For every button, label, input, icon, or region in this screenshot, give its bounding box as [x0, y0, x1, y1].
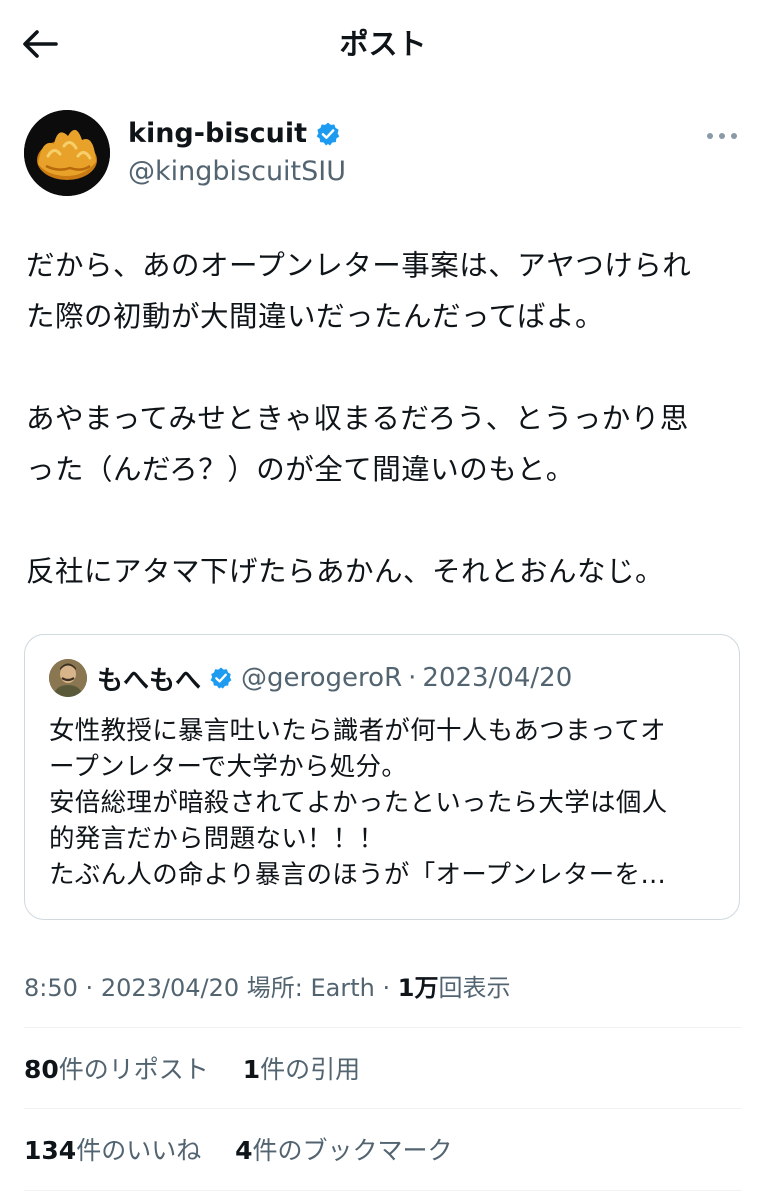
- likes-stat[interactable]: 134件のいいね: [24, 1136, 201, 1165]
- post-text: だから、あのオープンレター事案は、アヤつけられ た際の初動が大間違いだったんだっ…: [26, 240, 742, 597]
- quoted-line: 女性教授に暴言吐いたら識者が何十人もあつまってオ: [49, 716, 666, 746]
- post-line: た際の初動が大間違いだったんだってばよ。: [26, 300, 605, 333]
- bookmarks-count: 4: [235, 1136, 253, 1165]
- separator-dot: ·: [85, 974, 94, 1002]
- top-bar: ポスト: [0, 0, 766, 86]
- quoted-line: ープンレターで大学から処分。: [49, 752, 408, 782]
- likes-count: 134: [24, 1136, 77, 1165]
- stats-row-likes: 134件のいいね 4件のブックマーク: [24, 1131, 453, 1167]
- views-count: 1万: [397, 974, 439, 1002]
- biscuit-avatar-image: [24, 110, 110, 196]
- quoted-line: たぶん人の命より暴言のほうが「オープンレターを…: [49, 860, 667, 890]
- post-meta: 8:50 · 2023/04/20 場所: Earth · 1万回表示: [24, 968, 511, 1003]
- portrait-avatar-image: [49, 659, 87, 697]
- author-display-name[interactable]: king-biscuit: [128, 116, 307, 152]
- quoted-author-name[interactable]: もへもへ: [97, 660, 201, 697]
- bookmarks-label: 件のブックマーク: [252, 1136, 453, 1165]
- quoted-line: 的発言だから問題ない！！！: [49, 824, 385, 854]
- divider: [24, 1190, 742, 1191]
- divider: [24, 1027, 742, 1028]
- quoted-post-header: もへもへ @gerogeroR · 2023/04/20: [49, 659, 572, 697]
- author-avatar[interactable]: [24, 110, 110, 196]
- post-line: 反社にアタマ下げたらあかん、それとおんなじ。: [26, 555, 665, 588]
- stats-row-reposts: 80件のリポスト 1件の引用: [24, 1050, 360, 1086]
- quotes-count: 1: [242, 1055, 261, 1084]
- quoted-post-text: 女性教授に暴言吐いたら識者が何十人もあつまってオ ープンレターで大学から処分。 …: [49, 713, 721, 893]
- bookmarks-stat[interactable]: 4件のブックマーク: [235, 1136, 452, 1165]
- quotes-stat[interactable]: 1件の引用: [243, 1055, 360, 1084]
- post-time[interactable]: 8:50: [24, 974, 78, 1002]
- author-handle[interactable]: @kingbiscuitSIU: [128, 154, 346, 190]
- page-title: ポスト: [339, 27, 427, 61]
- more-options-button[interactable]: [702, 124, 742, 148]
- quoted-author-handle[interactable]: @gerogeroR: [241, 663, 402, 693]
- divider: [24, 1108, 742, 1109]
- reposts-count: 80: [24, 1055, 59, 1084]
- post-date[interactable]: 2023/04/20: [101, 974, 239, 1002]
- verified-badge-icon: [316, 122, 340, 146]
- quoted-post-date[interactable]: 2023/04/20: [422, 663, 572, 693]
- post-line: あやまってみせときゃ収まるだろう、とうっかり思: [26, 402, 689, 435]
- quoted-author-avatar[interactable]: [49, 659, 87, 697]
- likes-label: 件のいいね: [76, 1136, 202, 1165]
- more-dots-icon: [707, 133, 737, 139]
- author-block: king-biscuit @kingbiscuitSIU: [24, 110, 742, 200]
- quoted-line: 安倍総理が暗殺されてよかったといったら大学は個人: [49, 788, 668, 818]
- reposts-stat[interactable]: 80件のリポスト: [24, 1055, 209, 1084]
- post-line: った（んだろ？）のが全て間違いのもと。: [26, 453, 575, 486]
- reposts-label: 件のリポスト: [58, 1055, 209, 1084]
- verified-badge-icon: [210, 667, 232, 689]
- post-location: 場所: Earth: [246, 974, 375, 1002]
- quoted-post-card[interactable]: もへもへ @gerogeroR · 2023/04/20 女性教授に暴言吐いたら…: [24, 634, 740, 920]
- quotes-label: 件の引用: [260, 1055, 361, 1084]
- separator-dot: ·: [408, 663, 417, 693]
- post-line: だから、あのオープンレター事案は、アヤつけられ: [26, 249, 692, 282]
- views-label: 回表示: [438, 974, 511, 1002]
- separator-dot: ·: [382, 974, 391, 1002]
